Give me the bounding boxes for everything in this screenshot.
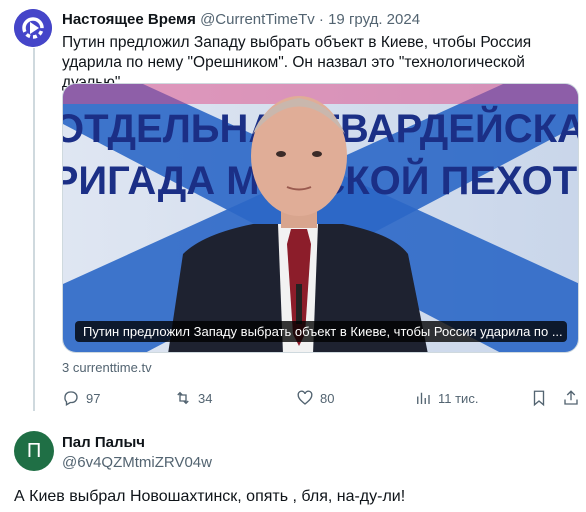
tweet-date[interactable]: 19 груд. 2024 [328, 11, 420, 28]
header-separator: · [318, 11, 324, 28]
reply-text: А Киев выбрал Новошахтинск, опять , бля,… [14, 488, 406, 505]
share-action[interactable] [562, 388, 580, 408]
reply-icon [64, 391, 78, 406]
author-handle[interactable]: @CurrentTimeTv [200, 11, 315, 28]
reply-avatar[interactable]: П [14, 431, 54, 471]
reply-author-handle[interactable]: @6v4QZMtmiZRV04w [62, 454, 212, 471]
video-caption: Путин предложил Западу выбрать объект в … [75, 321, 567, 342]
reply-count: 97 [86, 390, 101, 406]
current-time-avatar[interactable] [14, 9, 52, 47]
reply-author-name[interactable]: Пал Палыч [62, 434, 145, 451]
views-icon [417, 392, 430, 404]
retweet-action[interactable]: 34 [174, 388, 212, 408]
reply-action[interactable]: 97 [62, 388, 100, 408]
views-action[interactable]: 11 тис. [414, 388, 478, 408]
tweet-header: Настоящее Время @CurrentTimeTv · 19 груд… [62, 11, 420, 28]
retweet-icon [177, 391, 189, 405]
like-action[interactable]: 80 [296, 388, 334, 408]
link-source[interactable]: 3 currenttime.tv [62, 360, 152, 375]
media-photo: ОТДЕЛЬНАЯ ГВАРДЕЙСКАЯ БРИГАДА МОРСКОЙ ПЕ… [63, 84, 578, 352]
share-icon [564, 390, 578, 405]
views-count: 11 тис. [438, 390, 479, 406]
thread-connector-line [33, 48, 35, 411]
tweet-actions: 97 34 80 11 тис. [62, 388, 582, 410]
like-count: 80 [320, 390, 335, 406]
retweet-count: 34 [198, 390, 213, 406]
bookmark-action[interactable] [530, 388, 548, 408]
like-icon [297, 390, 313, 405]
bookmark-icon [533, 390, 545, 407]
current-time-logo-icon [14, 9, 52, 47]
author-name[interactable]: Настоящее Время [62, 11, 196, 28]
tweet-media-image[interactable]: ОТДЕЛЬНАЯ ГВАРДЕЙСКАЯ БРИГАДА МОРСКОЙ ПЕ… [62, 83, 579, 353]
